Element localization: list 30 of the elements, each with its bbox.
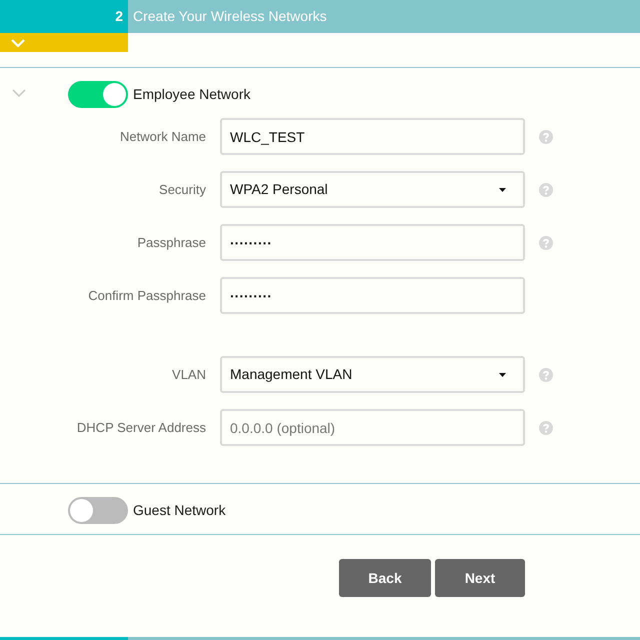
collapse-button[interactable] xyxy=(0,33,128,52)
dropdown[interactable]: WPA2 Personal xyxy=(220,171,525,208)
help-icon[interactable] xyxy=(539,236,553,250)
wizard-button[interactable]: Back xyxy=(339,559,431,597)
text-field[interactable]: 0.0.0.0 (optional) xyxy=(220,409,525,446)
network-name: Guest Network xyxy=(133,501,226,520)
help-icon[interactable] xyxy=(539,182,553,196)
text-field[interactable]: WLC_TEST xyxy=(220,118,525,155)
caret-down-icon xyxy=(499,372,506,376)
caret-down-icon xyxy=(499,188,506,192)
step-title: Create Your Wireless Networks xyxy=(133,7,327,26)
help-icon[interactable] xyxy=(539,368,553,382)
dropdown[interactable]: Management VLAN xyxy=(220,356,525,393)
field-label: Security xyxy=(159,180,206,199)
chevron-down-icon[interactable] xyxy=(12,89,26,97)
field-label: Network Name xyxy=(120,128,206,146)
chevron-down-icon xyxy=(11,38,25,46)
help-icon[interactable] xyxy=(539,420,553,434)
network-name: Employee Network xyxy=(133,85,250,104)
step-number: 2 xyxy=(0,0,128,33)
toggle-switch[interactable] xyxy=(68,497,128,524)
field-label: Passphrase xyxy=(137,234,206,252)
field-label: Confirm Passphrase xyxy=(88,286,206,305)
field-label: VLAN xyxy=(172,366,206,384)
help-icon[interactable] xyxy=(539,130,553,144)
field-label: DHCP Server Address xyxy=(76,418,206,437)
toggle-switch[interactable] xyxy=(68,81,128,108)
password-field[interactable]: ········· xyxy=(220,277,525,314)
wizard-button[interactable]: Next xyxy=(435,559,525,597)
password-field[interactable]: ········· xyxy=(220,224,525,261)
